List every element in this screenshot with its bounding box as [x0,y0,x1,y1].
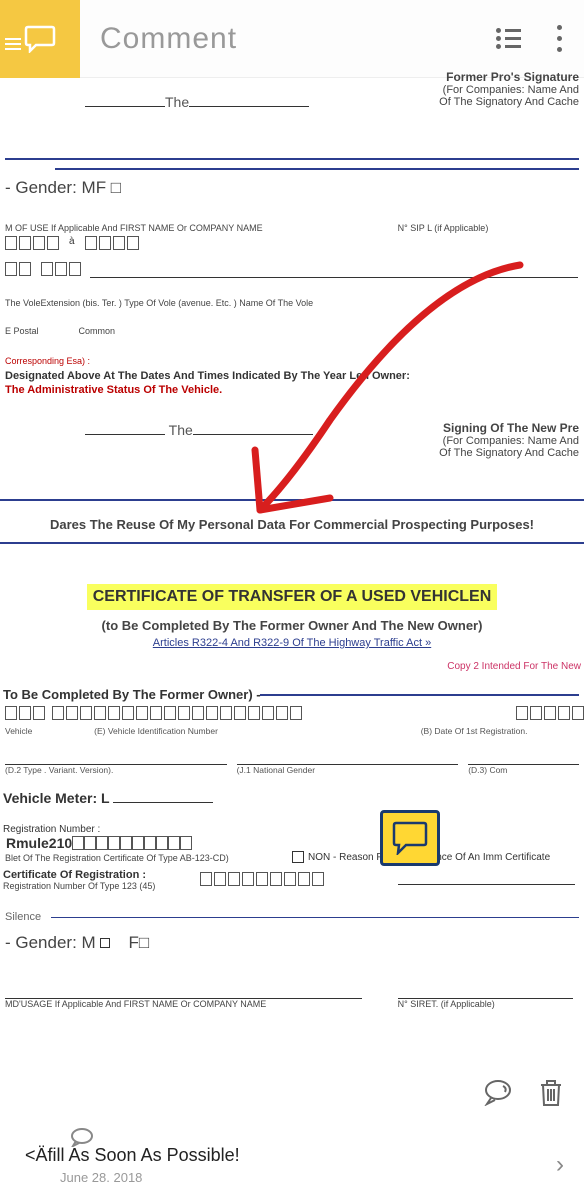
statement-text: The Administrative Status Of The Vehicle… [0,384,584,396]
field-label: Corresponding Esa) : [0,356,584,366]
input-boxes: à [0,236,584,250]
input-boxes [0,262,584,278]
divider [5,158,579,160]
field-label: Certificate Of Registration : [3,869,180,881]
comment-icon [22,25,58,53]
hamburger-icon [5,35,21,53]
field-label: Registration Number Of Type 123 (45) [3,881,180,891]
form-row: MD'USAGE If Applicable And FIRST NAME Or… [0,983,584,1009]
field-label: Blet Of The Registration Certificate Of … [0,853,292,863]
divider [260,694,579,696]
document-view[interactable]: The Former Pro's Signature (For Companie… [0,78,584,1014]
speech-bubble-icon [390,821,430,855]
divider [55,168,579,170]
form-row: M OF USE If Applicable And FIRST NAME Or… [0,223,584,233]
app-header: Comment [0,0,584,78]
field-label: E Postal [5,326,39,336]
meter-row: Vehicle Meter: L [0,789,584,806]
list-view-button[interactable] [496,25,524,53]
divider [0,499,584,501]
field-label: Common [79,326,116,336]
form-row: E Postal Common [0,326,584,336]
checkbox[interactable] [292,851,304,863]
field-label: M OF USE If Applicable And FIRST NAME Or… [5,223,368,233]
form-row: Certificate Of Registration : Registrati… [0,869,584,891]
overflow-menu-button[interactable] [549,22,569,55]
reply-icon[interactable] [483,1078,513,1106]
form-row: (D.2 Type . Variant. Version). (J.1 Nati… [0,748,584,777]
comment-message: <Äfill As Soon As Possible! [25,1145,556,1166]
field-label: N° SIRET. (if Applicable) [398,999,579,1009]
copy-note: Copy 2 Intended For The New [0,661,584,672]
comment-footer[interactable]: <Äfill As Soon As Possible! June 28. 201… [0,1135,584,1200]
registration-value: Rmule210 [3,835,72,851]
field-label: N° SIP L (if Applicable) [398,223,579,233]
form-row: Registration Number : Rmule210 Blet Of T… [0,816,584,863]
action-bar [483,1078,564,1108]
prospect-statement: Dares The Reuse Of My Personal Data For … [0,509,584,540]
input-boxes [0,706,584,720]
trash-icon[interactable] [538,1078,564,1108]
separator-char: à [69,236,75,250]
field-label: The VoleExtension (bis. Ter. ) Type Of V… [0,298,584,308]
field-label: Registration Number : [0,824,292,835]
comment-small-icon [70,1127,94,1147]
statement-text: Designated Above At The Dates And Times … [0,370,584,382]
gender-row-1: - Gender: MF □ [0,178,584,198]
comment-date: June 28. 2018 [60,1170,556,1185]
chevron-right-icon[interactable]: › [556,1151,564,1179]
certificate-link[interactable]: Articles R322-4 And R322-9 Of The Highwa… [0,637,584,649]
form-row: The Signing Of The New Pre (For Companie… [0,421,584,459]
signature-block-2: Signing Of The New Pre (For Companies: N… [439,421,584,459]
divider [0,542,584,544]
silence-row: Silence [0,911,584,923]
field-label: MD'USAGE If Applicable And FIRST NAME Or… [5,999,368,1009]
certificate-subtitle: (to Be Completed By The Former Owner And… [0,618,584,633]
page-title: Comment [80,22,496,56]
comment-marker[interactable] [380,810,440,866]
certificate-title: CERTIFICATE OF TRANSFER OF A USED VEHICL… [87,584,498,610]
gender-row-2: - Gender: M F□ [0,933,584,953]
comment-preview: <Äfill As Soon As Possible! June 28. 201… [20,1145,556,1185]
form-row: Vehicle (E) Vehicle Identification Numbe… [0,724,584,738]
menu-button[interactable] [0,0,80,78]
